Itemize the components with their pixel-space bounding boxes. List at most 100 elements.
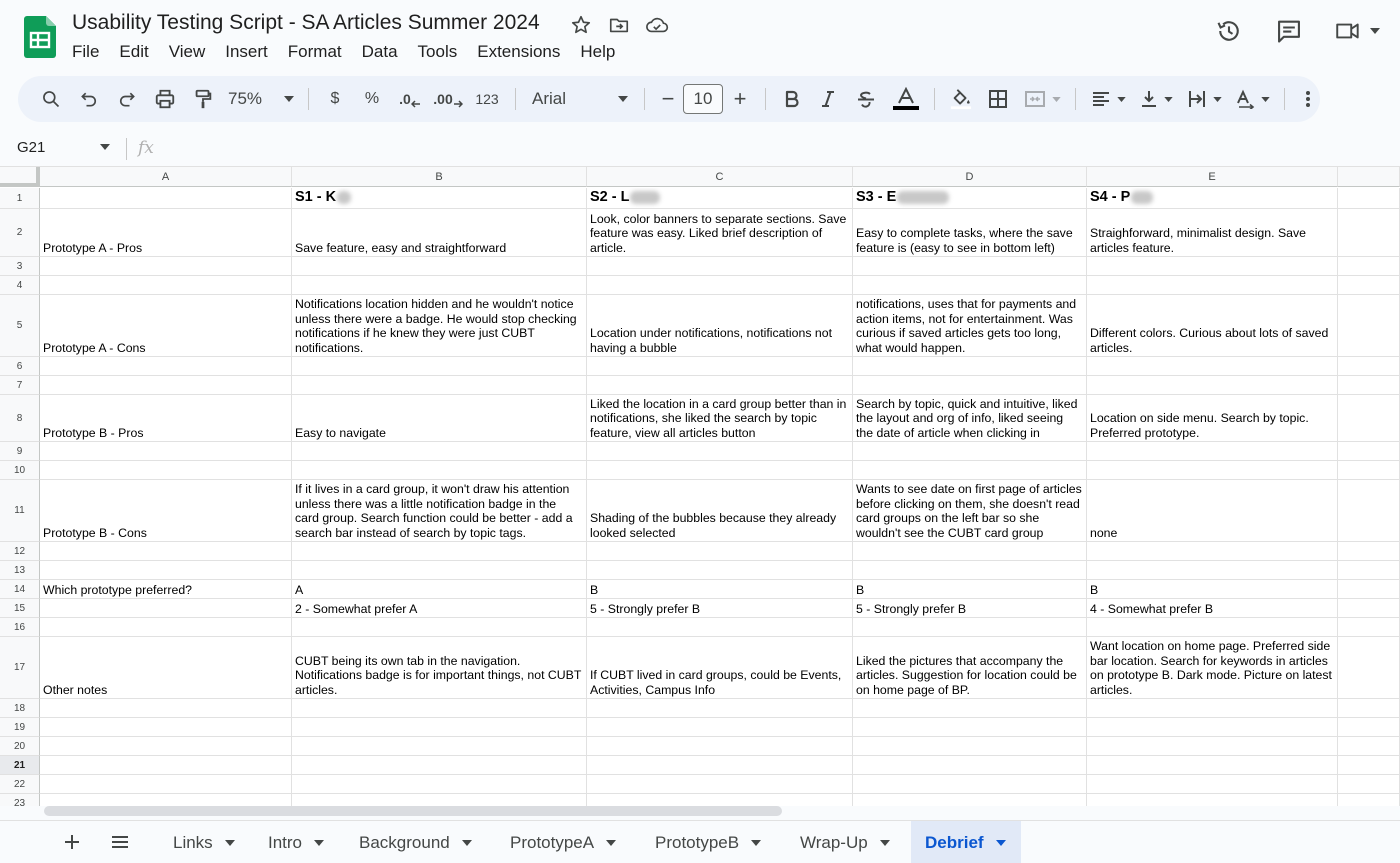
cell-b17[interactable]: CUBT being its own tab in the navigation… xyxy=(292,637,587,699)
cell-f8[interactable] xyxy=(1338,395,1400,442)
row-header[interactable]: 1 xyxy=(0,188,40,209)
cell-d23[interactable] xyxy=(853,794,1087,806)
cell-f19[interactable] xyxy=(1338,718,1400,737)
cell-e1[interactable]: S4 - P xyxy=(1087,188,1338,209)
row-header[interactable]: 9 xyxy=(0,442,40,461)
cell-b6[interactable] xyxy=(292,357,587,376)
cell-e18[interactable] xyxy=(1087,699,1338,718)
decrease-font-size-button[interactable]: − xyxy=(653,83,683,115)
cell-b14[interactable]: A xyxy=(292,580,587,599)
cell-a4[interactable] xyxy=(40,276,292,295)
meet-camera-icon[interactable] xyxy=(1334,16,1380,46)
cell-f3[interactable] xyxy=(1338,257,1400,276)
cell-b22[interactable] xyxy=(292,775,587,794)
chevron-down-icon[interactable] xyxy=(606,839,617,846)
cell-a9[interactable] xyxy=(40,442,292,461)
cell-d4[interactable] xyxy=(853,276,1087,295)
text-color-icon[interactable] xyxy=(886,83,926,115)
font-size-input[interactable]: 10 xyxy=(683,84,723,114)
bold-icon[interactable] xyxy=(774,83,810,115)
cell-d11[interactable]: Wants to see date on first page of artic… xyxy=(853,480,1087,542)
cell-e10[interactable] xyxy=(1087,461,1338,480)
cell-f6[interactable] xyxy=(1338,357,1400,376)
fill-color-icon[interactable] xyxy=(943,83,979,115)
cell-b15[interactable]: 2 - Somewhat prefer A xyxy=(292,599,587,618)
cell-a7[interactable] xyxy=(40,376,292,395)
cell-a14[interactable]: Which prototype preferred? xyxy=(40,580,292,599)
cell-e9[interactable] xyxy=(1087,442,1338,461)
cell-a13[interactable] xyxy=(40,561,292,580)
cell-b19[interactable] xyxy=(292,718,587,737)
cell-e5[interactable]: Different colors. Curious about lots of … xyxy=(1087,295,1338,357)
cell-f12[interactable] xyxy=(1338,542,1400,561)
percent-format-button[interactable]: % xyxy=(353,83,391,115)
cell-c21[interactable] xyxy=(587,756,853,775)
cell-c15[interactable]: 5 - Strongly prefer B xyxy=(587,599,853,618)
cell-c13[interactable] xyxy=(587,561,853,580)
cell-a16[interactable] xyxy=(40,618,292,637)
menu-extensions[interactable]: Extensions xyxy=(467,41,570,65)
sheet-tab-intro[interactable]: Intro xyxy=(254,821,340,863)
sheet-tab-background[interactable]: Background xyxy=(345,821,491,863)
cell-d8[interactable]: Search by topic, quick and intuitive, li… xyxy=(853,395,1087,442)
cell-e4[interactable] xyxy=(1087,276,1338,295)
currency-format-button[interactable]: $ xyxy=(317,83,353,115)
cell-b12[interactable] xyxy=(292,542,587,561)
menu-view[interactable]: View xyxy=(159,41,216,65)
cell-f18[interactable] xyxy=(1338,699,1400,718)
cell-d13[interactable] xyxy=(853,561,1087,580)
menu-edit[interactable]: Edit xyxy=(109,41,158,65)
cell-d12[interactable] xyxy=(853,542,1087,561)
spreadsheet-grid[interactable]: A B C D E 1 2 3 4 5 6 7 8 9 10 11 12 13 14 15 16 17 18 19 20 21 22… xyxy=(0,166,1400,806)
cell-a5[interactable]: Prototype A - Cons xyxy=(40,295,292,357)
horizontal-align-icon[interactable] xyxy=(1084,83,1132,115)
cell-a12[interactable] xyxy=(40,542,292,561)
column-header[interactable]: E xyxy=(1087,167,1338,187)
cell-e21[interactable] xyxy=(1087,756,1338,775)
row-header[interactable]: 2 xyxy=(0,209,40,257)
comments-icon[interactable] xyxy=(1274,16,1304,46)
cell-e20[interactable] xyxy=(1087,737,1338,756)
cell-c1[interactable]: S2 - L xyxy=(587,188,853,209)
cell-f7[interactable] xyxy=(1338,376,1400,395)
cell-b5[interactable]: Notifications location hidden and he wou… xyxy=(292,295,587,357)
cell-d9[interactable] xyxy=(853,442,1087,461)
row-header[interactable]: 17 xyxy=(0,637,40,699)
cell-c19[interactable] xyxy=(587,718,853,737)
cell-a6[interactable] xyxy=(40,357,292,376)
all-sheets-menu-icon[interactable] xyxy=(108,830,132,854)
column-header[interactable]: C xyxy=(587,167,853,187)
cell-d19[interactable] xyxy=(853,718,1087,737)
cell-c7[interactable] xyxy=(587,376,853,395)
row-header[interactable]: 18 xyxy=(0,699,40,718)
cell-a20[interactable] xyxy=(40,737,292,756)
cell-c3[interactable] xyxy=(587,257,853,276)
chevron-down-icon[interactable] xyxy=(224,839,235,846)
row-header[interactable]: 20 xyxy=(0,737,40,756)
cell-c22[interactable] xyxy=(587,775,853,794)
cell-b20[interactable] xyxy=(292,737,587,756)
increase-decimal-button[interactable]: .00 xyxy=(429,83,467,115)
row-header[interactable]: 22 xyxy=(0,775,40,794)
redo-icon[interactable] xyxy=(108,83,146,115)
more-options-icon[interactable] xyxy=(1293,83,1323,115)
cell-c17[interactable]: If CUBT lived in card groups, could be E… xyxy=(587,637,853,699)
cell-f11[interactable] xyxy=(1338,480,1400,542)
menu-file[interactable]: File xyxy=(62,41,109,65)
cell-d5[interactable]: Didn't think she could find it in notifi… xyxy=(853,295,1087,357)
sheets-logo-icon[interactable] xyxy=(24,16,56,58)
cell-e11[interactable]: none xyxy=(1087,480,1338,542)
cell-c10[interactable] xyxy=(587,461,853,480)
column-header[interactable] xyxy=(1338,167,1400,187)
cell-a23[interactable] xyxy=(40,794,292,806)
cell-a8[interactable]: Prototype B - Pros xyxy=(40,395,292,442)
sheet-tab-prototypeb[interactable]: PrototypeB xyxy=(641,821,781,863)
cell-a3[interactable] xyxy=(40,257,292,276)
column-header[interactable]: D xyxy=(853,167,1087,187)
row-header[interactable]: 5 xyxy=(0,295,40,357)
search-icon[interactable] xyxy=(36,83,66,115)
cell-f13[interactable] xyxy=(1338,561,1400,580)
cell-c12[interactable] xyxy=(587,542,853,561)
cell-b18[interactable] xyxy=(292,699,587,718)
cell-c14[interactable]: B xyxy=(587,580,853,599)
